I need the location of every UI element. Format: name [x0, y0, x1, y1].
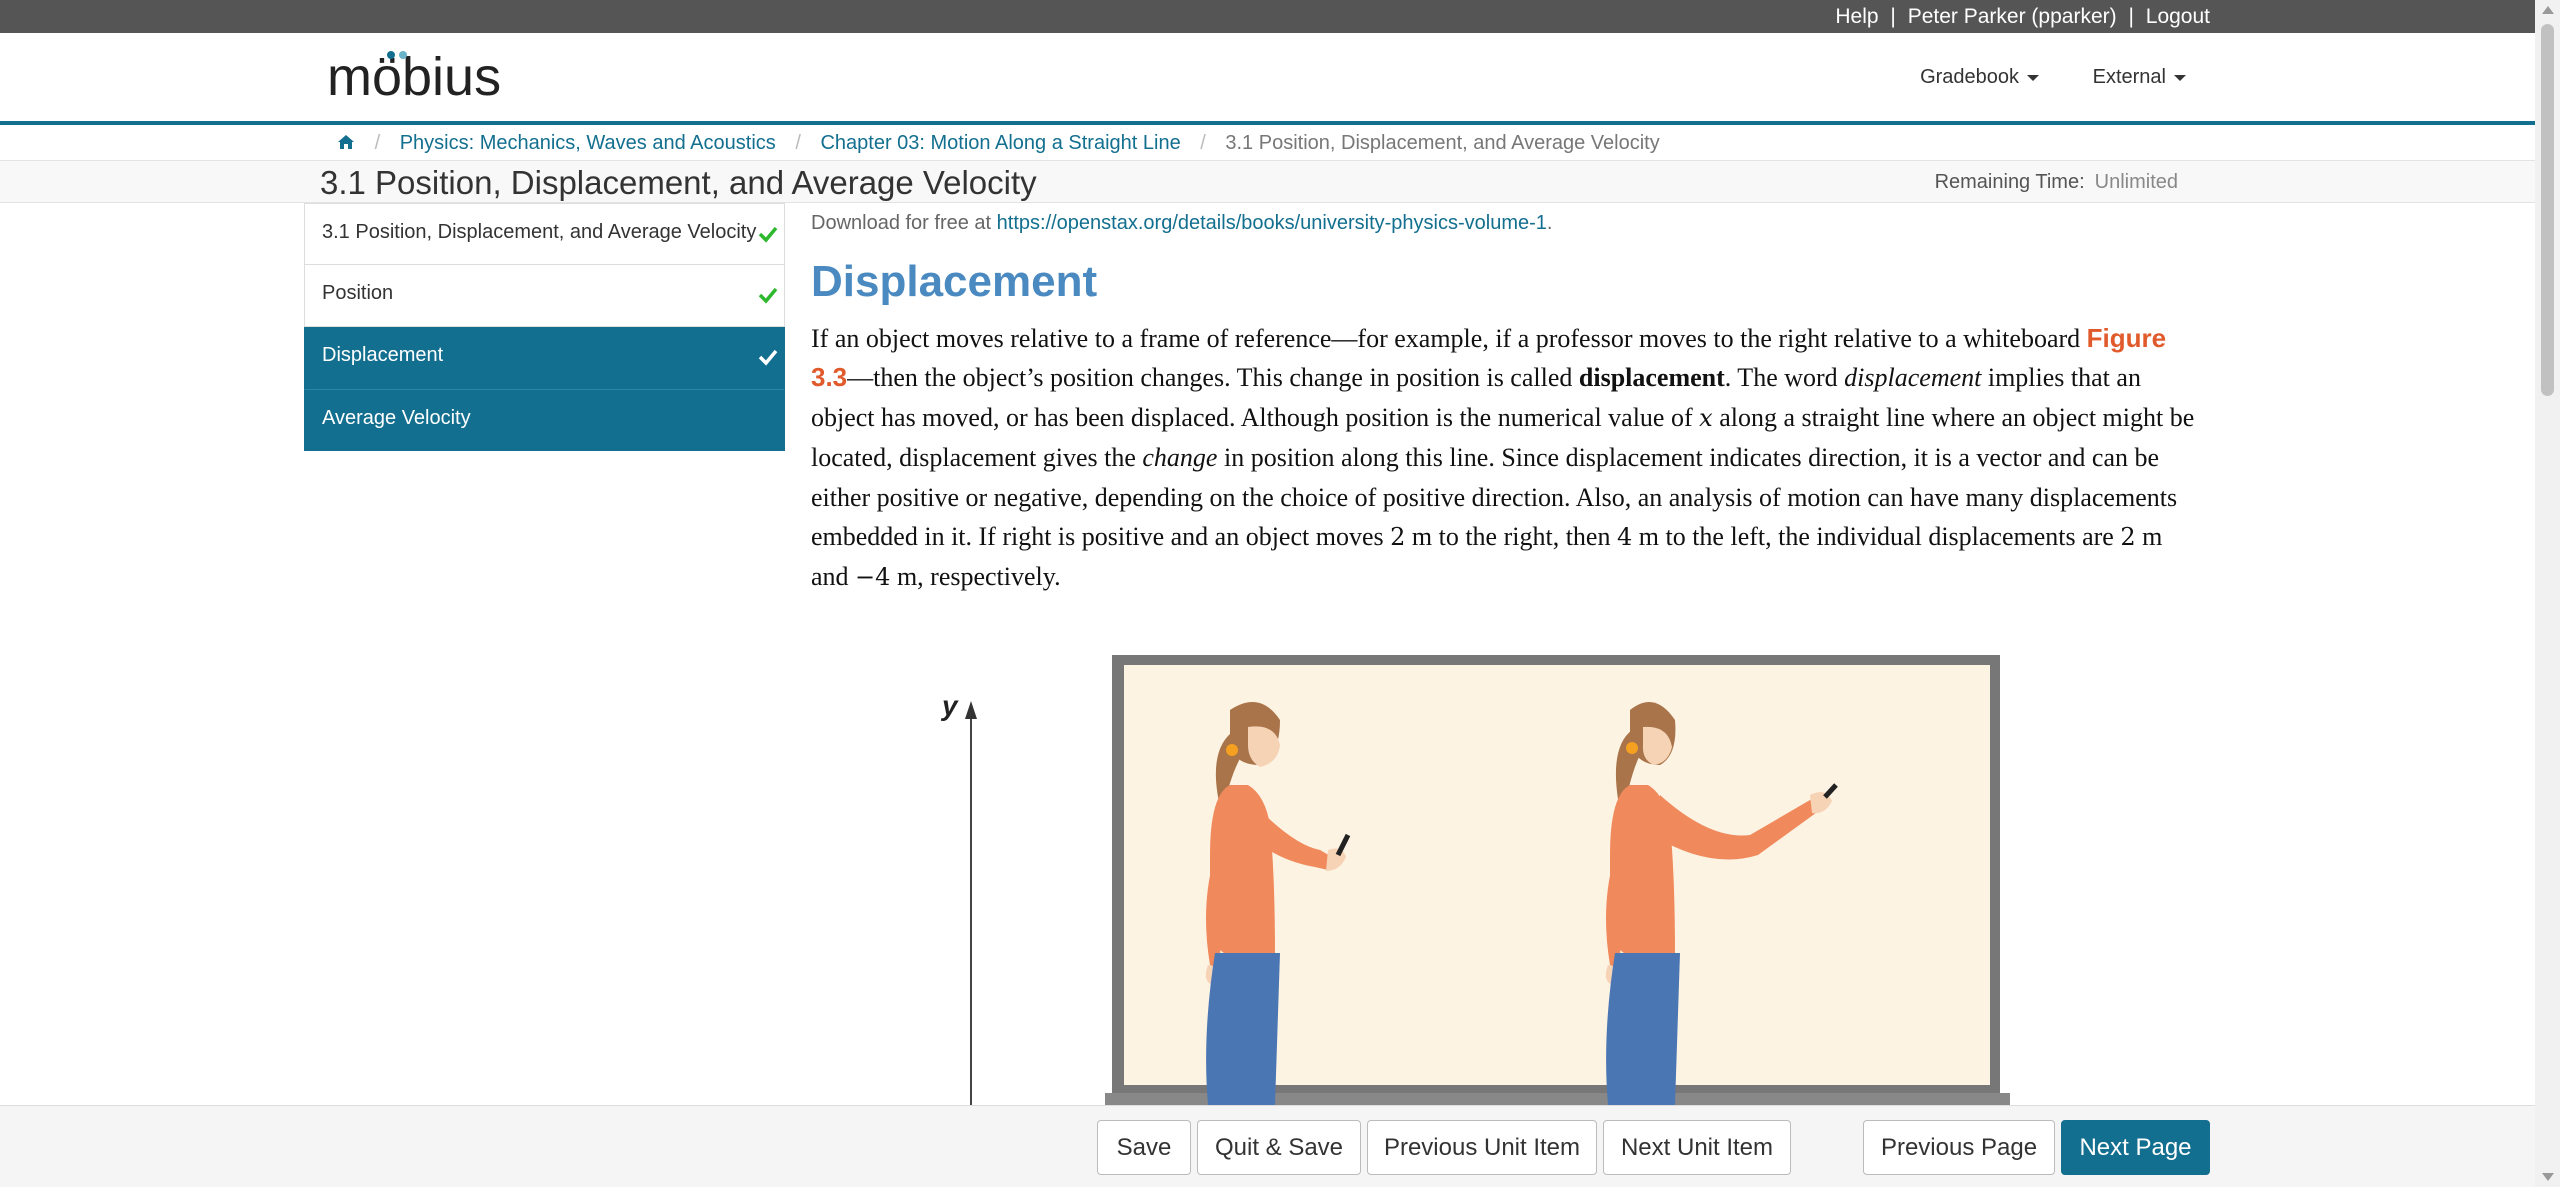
scroll-down-icon[interactable]	[2542, 1173, 2554, 1181]
italic-term: displacement	[1844, 363, 1982, 393]
remaining-time-value: Unlimited	[2094, 171, 2178, 193]
unit-sidebar: 3.1 Position, Displacement, and Average …	[304, 203, 785, 451]
sidebar-item-position[interactable]: Position	[304, 265, 785, 327]
logo-dot	[387, 51, 395, 59]
y-axis-label: y	[940, 690, 959, 721]
top-utility-bar: Help | Peter Parker (pparker) | Logout	[0, 0, 2535, 33]
next-page-button[interactable]: Next Page	[2061, 1120, 2210, 1175]
logout-link[interactable]: Logout	[2146, 5, 2210, 28]
page-title: 3.1 Position, Displacement, and Average …	[320, 164, 1037, 201]
text-run: m to the left, the individual displaceme…	[1632, 522, 2121, 552]
check-icon	[758, 226, 778, 243]
main-content: Download for free at https://openstax.or…	[811, 203, 2201, 598]
math-number: 2	[2120, 523, 2136, 552]
external-menu[interactable]: External	[2093, 66, 2186, 89]
breadcrumb-separator: /	[795, 132, 801, 154]
user-links: Help | Peter Parker (pparker) | Logout	[1835, 5, 2210, 29]
page: Help | Peter Parker (pparker) | Logout m…	[0, 0, 2560, 1187]
y-axis-arrow-icon	[965, 701, 977, 719]
download-prefix: Download for free at	[811, 212, 997, 234]
remaining-time-label: Remaining Time:	[1934, 171, 2085, 193]
breadcrumb-current: 3.1 Position, Displacement, and Average …	[1225, 132, 1660, 154]
previous-page-button[interactable]: Previous Page	[1863, 1120, 2055, 1175]
sidebar-item-average-velocity[interactable]: Average Velocity	[304, 389, 785, 451]
text-run: If an object moves relative to a frame o…	[811, 324, 2087, 353]
check-icon	[758, 349, 778, 366]
breadcrumb: / Physics: Mechanics, Waves and Acoustic…	[0, 125, 2535, 161]
section-heading: Displacement	[811, 257, 1098, 306]
breadcrumb-separator: /	[374, 132, 381, 154]
vertical-scrollbar[interactable]	[2535, 0, 2560, 1187]
text-run: —then the object’s position changes. Thi…	[847, 363, 1579, 393]
gradebook-label: Gradebook	[1920, 66, 2020, 88]
sidebar-item-label: Displacement	[322, 344, 444, 366]
remaining-time: Remaining Time: Unlimited	[1935, 171, 2178, 194]
breadcrumb-separator: /	[1200, 132, 1206, 154]
gradebook-menu[interactable]: Gradebook	[1920, 66, 2040, 89]
text-run: . The word	[1724, 363, 1845, 393]
previous-unit-item-button[interactable]: Previous Unit Item	[1367, 1120, 1597, 1175]
scroll-up-icon[interactable]	[2542, 6, 2554, 14]
caret-down-icon	[2027, 74, 2040, 81]
mobius-logo[interactable]: möbius	[327, 47, 537, 107]
math-number: −4	[855, 563, 891, 592]
help-link[interactable]: Help	[1835, 5, 1878, 28]
title-row: 3.1 Position, Displacement, and Average …	[0, 160, 2535, 203]
logo-text: möbius	[327, 47, 501, 107]
caret-down-icon	[2174, 74, 2186, 81]
save-button[interactable]: Save	[1097, 1120, 1191, 1175]
text-run: m to the right, then	[1405, 522, 1617, 552]
breadcrumb-chapter[interactable]: Chapter 03: Motion Along a Straight Line	[820, 132, 1180, 154]
text-run: m, respectively.	[890, 562, 1061, 592]
site-header: möbius Gradebook External	[0, 33, 2535, 125]
sidebar-item-label: Position	[322, 282, 394, 304]
user-name-link[interactable]: Peter Parker (pparker)	[1908, 5, 2117, 28]
math-number: 4	[1616, 523, 1633, 552]
italic-term: change	[1142, 443, 1218, 473]
math-variable: x	[1699, 403, 1713, 432]
check-icon	[758, 287, 778, 304]
whiteboard-figure: y	[940, 655, 2010, 1105]
math-number: 2	[1390, 523, 1406, 552]
sidebar-item-label: Average Velocity	[322, 407, 471, 429]
download-suffix: .	[1546, 212, 1553, 234]
bold-term: displacement	[1578, 363, 1725, 393]
breadcrumb-course[interactable]: Physics: Mechanics, Waves and Acoustics	[400, 132, 776, 154]
logo-dot	[399, 51, 407, 59]
external-label: External	[2092, 66, 2166, 88]
download-note: Download for free at https://openstax.or…	[811, 212, 2201, 235]
sidebar-item-intro[interactable]: 3.1 Position, Displacement, and Average …	[304, 203, 785, 265]
sidebar-item-displacement[interactable]: Displacement	[304, 327, 785, 389]
footer-actions: Save Quit & Save Previous Unit Item Next…	[0, 1105, 2535, 1187]
openstax-link[interactable]: https://openstax.org/details/books/unive…	[997, 212, 1547, 234]
separator: |	[1890, 5, 1896, 28]
separator: |	[2128, 5, 2134, 28]
header-nav: Gradebook External	[1872, 66, 2186, 89]
home-icon[interactable]	[337, 134, 355, 150]
body-paragraph: If an object moves relative to a frame o…	[811, 319, 2201, 598]
scroll-thumb[interactable]	[2541, 24, 2554, 396]
next-unit-item-button[interactable]: Next Unit Item	[1603, 1120, 1791, 1175]
quit-save-button[interactable]: Quit & Save	[1197, 1120, 1361, 1175]
sidebar-item-label: 3.1 Position, Displacement, and Average …	[322, 221, 757, 243]
